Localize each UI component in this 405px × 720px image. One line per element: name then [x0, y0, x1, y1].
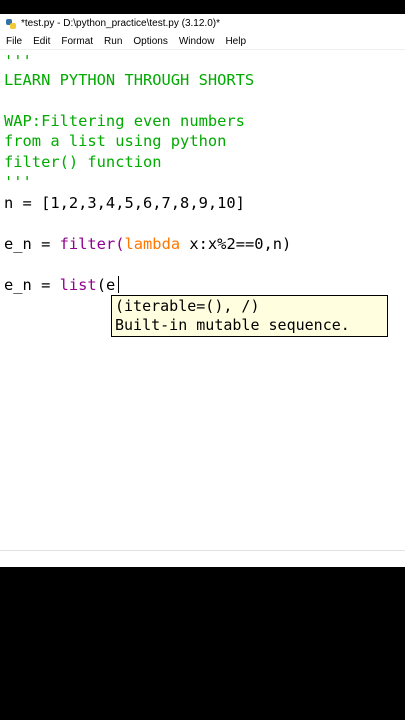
top-letterbox [0, 0, 405, 14]
code-token: e_n = [4, 235, 60, 253]
menu-bar: File Edit Format Run Options Window Help [0, 33, 405, 50]
code-line-2: LEARN PYTHON THROUGH SHORTS [4, 71, 255, 89]
menu-options[interactable]: Options [127, 36, 172, 47]
menu-edit[interactable]: Edit [27, 36, 55, 47]
code-line-7: ''' [4, 173, 32, 191]
code-line-1: ''' [4, 52, 32, 70]
code-token: e_n = [4, 276, 60, 294]
status-bar [0, 550, 405, 567]
title-bar: *test.py - D:\python_practice\test.py (3… [0, 14, 405, 33]
calltip-popup: (iterable=(), /) Built-in mutable sequenc… [111, 295, 388, 337]
text-cursor [118, 276, 120, 293]
code-token: (e [96, 276, 116, 294]
code-line-4: WAP:Filtering even numbers [4, 112, 245, 130]
menu-format[interactable]: Format [55, 36, 98, 47]
idle-editor-window: *test.py - D:\python_practice\test.py (3… [0, 14, 405, 567]
code-line-12: e_n = list(e [4, 275, 120, 296]
code-token: x:x%2==0,n) [180, 235, 292, 253]
calltip-doc: Built-in mutable sequence. [115, 316, 350, 334]
menu-file[interactable]: File [0, 36, 27, 47]
code-line-10: e_n = filter(lambda x:x%2==0,n) [4, 234, 291, 255]
window-title: *test.py - D:\python_practice\test.py (3… [21, 18, 220, 29]
calltip-signature: (iterable=(), /) [115, 297, 260, 315]
code-token-builtin: filter [59, 235, 116, 253]
code-token-keyword: lambda [124, 235, 181, 253]
code-line-8: n = [1,2,3,4,5,6,7,8,9,10] [4, 194, 245, 212]
code-line-5: from a list using python [4, 132, 227, 150]
menu-window[interactable]: Window [173, 36, 220, 47]
menu-run[interactable]: Run [98, 36, 127, 47]
menu-help[interactable]: Help [219, 36, 251, 47]
code-token-paren: ( [115, 235, 125, 253]
python-idle-icon [6, 18, 16, 29]
code-token-builtin: list [59, 276, 97, 294]
code-line-6: filter() function [4, 153, 162, 171]
